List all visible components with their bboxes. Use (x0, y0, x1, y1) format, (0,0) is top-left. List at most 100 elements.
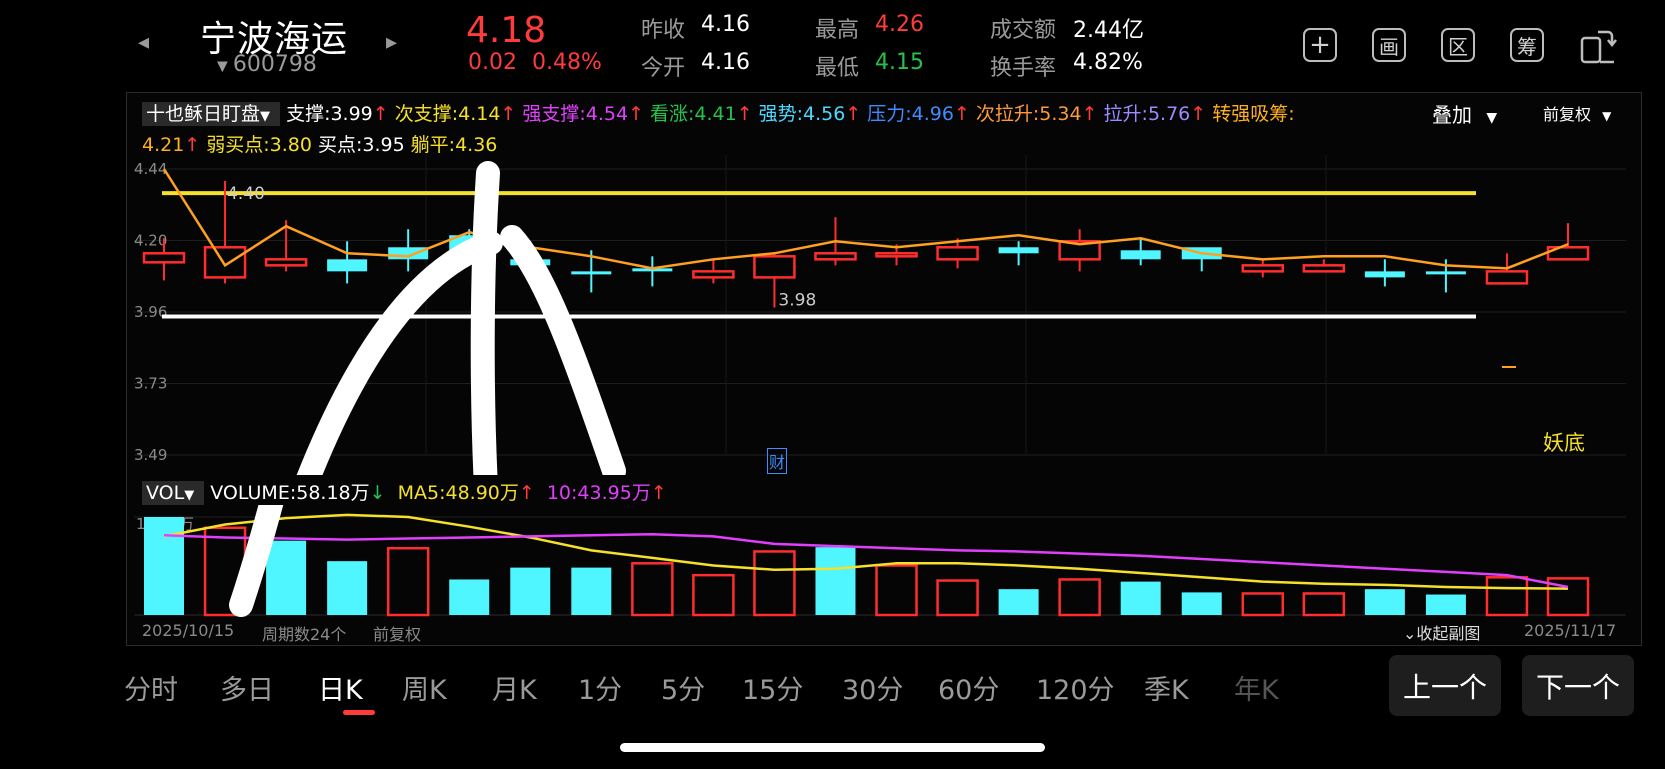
prev-close-label: 昨收 (641, 18, 686, 43)
period-tab[interactable]: 季K (1144, 668, 1189, 707)
min-price-label: 3.98 (778, 290, 816, 310)
end-date: 2025/11/17 (1524, 621, 1617, 640)
volume-bar (386, 546, 430, 617)
high-value: 4.26 (875, 12, 924, 37)
handwritten-stroke (470, 161, 500, 475)
period-tab[interactable]: 5分 (661, 668, 705, 707)
volume-bar (692, 573, 735, 617)
volume-value: VOLUME:58.18万 (210, 482, 370, 504)
ma10-value: 10:43.95万 (546, 482, 651, 504)
candle-body (936, 246, 979, 261)
draw-icon: 画 (1379, 34, 1399, 59)
indicator-item: 强支撑:4.54 (522, 103, 629, 125)
period-tab[interactable]: 年K (1234, 668, 1279, 707)
indicator-item: 看涨:4.41 (649, 103, 737, 125)
draw-tool-button[interactable]: 画 (1372, 28, 1406, 62)
period-tab[interactable]: 分时 (124, 668, 178, 707)
indicator-name: 十也稣日盯盘 (146, 103, 261, 125)
volume-bar (815, 547, 856, 615)
active-tab-indicator (343, 710, 375, 715)
low-label: 最低 (815, 56, 860, 81)
candle-body (264, 258, 308, 267)
candle-body (692, 270, 735, 279)
current-price: 4.18 (466, 10, 547, 51)
plus-icon: + (1309, 30, 1331, 60)
stock-code-selector[interactable]: ▼ 600798 (217, 52, 317, 77)
add-watchlist-button[interactable]: + (1303, 28, 1337, 62)
amount-label: 成交额 (990, 18, 1057, 43)
next-stock-label: 下一个 (1535, 670, 1620, 704)
period-tab[interactable]: 多日 (220, 668, 274, 707)
period-tab[interactable]: 月K (492, 668, 537, 707)
period-tab[interactable]: 15分 (742, 668, 803, 707)
home-indicator[interactable] (620, 743, 1045, 752)
period-count: 周期数24个 (262, 625, 347, 644)
up-arrow-icon: ↑ (1081, 103, 1098, 125)
indicator-values-line2: 4.21↑ 弱买点:3.80 买点:3.95 躺平:4.36 (142, 130, 497, 157)
volume-bar (1425, 594, 1466, 615)
ma5-value: MA5:48.90万 (397, 482, 519, 504)
volume-bar (875, 564, 918, 617)
next-stock-button[interactable]: 下一个 (1522, 655, 1634, 716)
volume-indicator-selector[interactable]: VOL▼ (142, 481, 205, 505)
caret-down-icon: ▼ (260, 109, 271, 124)
period-tab[interactable]: 周K (402, 668, 447, 707)
volume-bar (1120, 581, 1161, 615)
indicator-item: 强势:4.56 (758, 103, 846, 125)
up-arrow-icon: ↑ (953, 103, 970, 125)
collapse-subchart-button[interactable]: ⌄收起副图 (1403, 620, 1480, 644)
up-arrow-icon: ↑ (372, 103, 389, 125)
period-tab[interactable]: 1分 (578, 668, 622, 707)
indicator-item: 次拉升:5.34 (975, 103, 1082, 125)
candle-body (753, 255, 796, 279)
caret-down-icon: ▼ (184, 488, 195, 503)
range-tool-button[interactable]: 区 (1441, 28, 1475, 62)
prev-stock-button[interactable]: 上一个 (1389, 655, 1501, 716)
candle-body (1302, 264, 1346, 273)
candle-body (571, 271, 612, 275)
chip-icon: 筹 (1517, 34, 1537, 59)
up-arrow-icon: ↑ (500, 103, 517, 125)
volume-bar (1485, 576, 1529, 617)
rotate-screen-button[interactable] (1578, 26, 1618, 70)
period-tab[interactable]: 日K (318, 668, 363, 707)
open-value: 4.16 (701, 50, 750, 75)
high-label: 最高 (815, 18, 860, 43)
chip-distribution-button[interactable]: 筹 (1510, 28, 1544, 62)
candle-body (1485, 270, 1529, 285)
financial-report-marker[interactable]: 财 (767, 448, 788, 474)
up-arrow-icon: ↑ (1190, 103, 1207, 125)
candlestick-chart[interactable]: 4.444.203.963.733.494.403.98 (126, 155, 1640, 475)
max-price-label: 4.40 (227, 184, 265, 204)
indicator-item: 拉升:5.76 (1103, 103, 1191, 125)
period-tab[interactable]: 30分 (842, 668, 903, 707)
volume-bar (1302, 592, 1346, 617)
next-stock-arrow[interactable]: ▸ (386, 30, 397, 55)
indicator-item: 4.21 (142, 134, 185, 156)
overlay-dropdown[interactable]: 叠加 ▼ (1432, 99, 1497, 128)
period-tab[interactable]: 120分 (1036, 668, 1115, 707)
rotate-screen-icon (1580, 30, 1617, 64)
volume-bar (1241, 592, 1285, 617)
overlay-label: 叠加 (1432, 103, 1472, 127)
candle-body (814, 252, 857, 261)
indicator-item: 次支撑:4.14 (394, 103, 501, 125)
turnover-label: 换手率 (990, 56, 1057, 81)
y-tick-label: 4.20 (134, 232, 167, 250)
handwritten-stroke (296, 231, 503, 475)
indicator-item: 弱买点:3.80 (206, 134, 312, 156)
volume-bar (936, 579, 979, 617)
range-icon: 区 (1448, 34, 1468, 59)
indicator-item: 压力:4.96 (867, 103, 954, 125)
adjust-dropdown[interactable]: 前复权 ▼ (1543, 101, 1611, 125)
period-tab[interactable]: 60分 (938, 668, 999, 707)
volume-chart[interactable]: 182.0万 (126, 505, 1640, 620)
caret-down-icon: ▼ (217, 58, 228, 75)
prev-stock-arrow[interactable]: ◂ (138, 30, 149, 55)
indicator-selector[interactable]: 十也稣日盯盘▼ (142, 102, 281, 126)
volume-indicator-name: VOL (146, 482, 185, 504)
low-value: 4.15 (875, 50, 924, 75)
volume-ma-line (163, 532, 1569, 589)
indicator-item: 买点:3.95 (317, 134, 405, 156)
prev-stock-label: 上一个 (1402, 670, 1487, 704)
